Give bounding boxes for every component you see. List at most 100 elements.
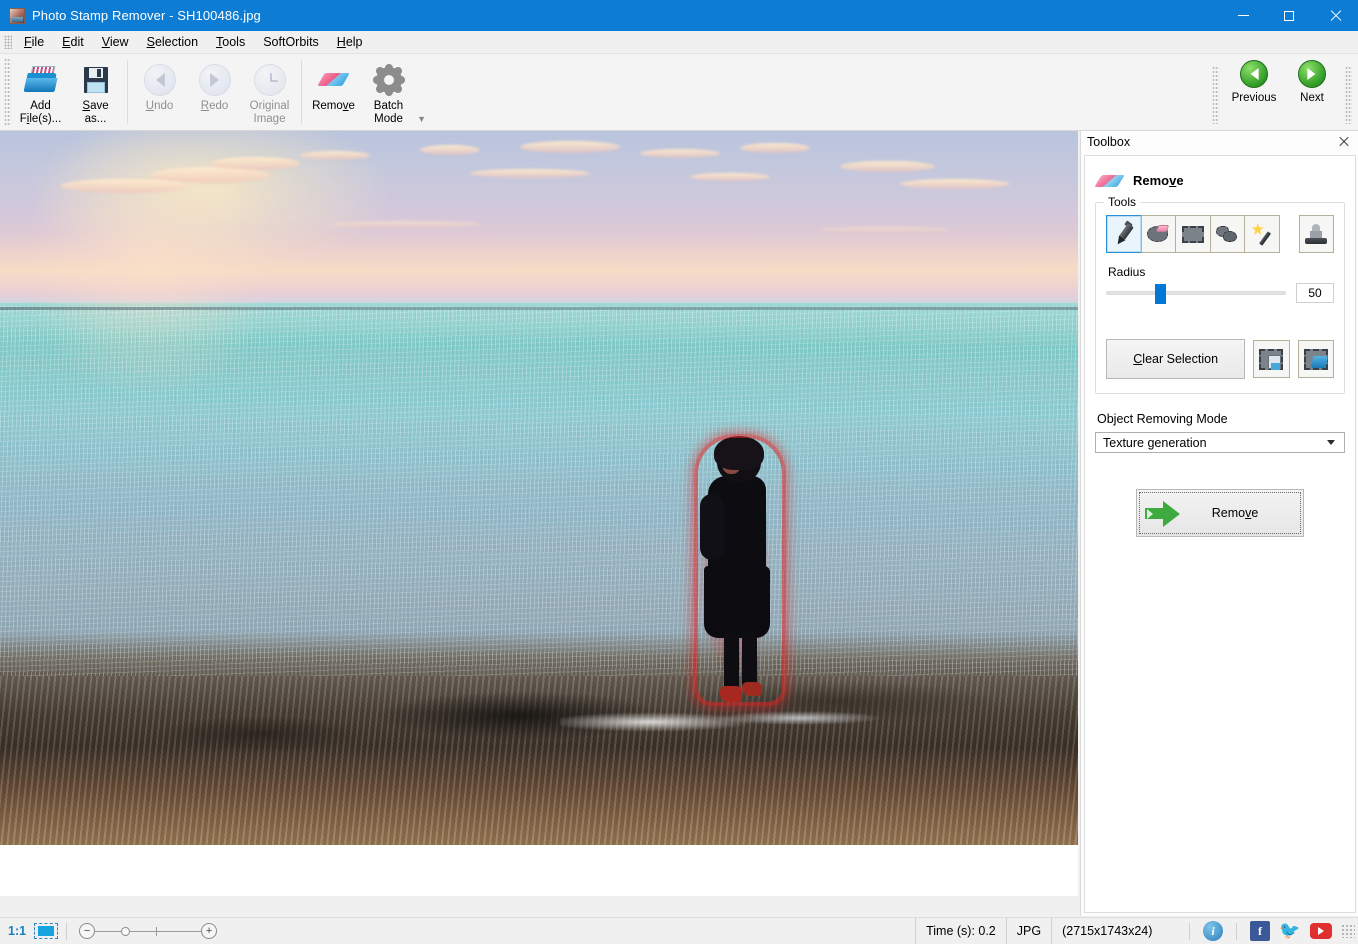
radius-slider[interactable] bbox=[1106, 284, 1286, 304]
sea-shimmer bbox=[0, 306, 1078, 706]
zoom-track-left bbox=[95, 930, 122, 932]
undo-icon bbox=[143, 64, 176, 96]
remove-arrow-icon bbox=[1145, 500, 1181, 527]
redo-button[interactable]: Redo bbox=[187, 58, 242, 126]
toolbar-group-history: Undo Redo Original Image bbox=[132, 54, 297, 130]
previous-arrow-icon bbox=[1240, 60, 1268, 88]
rectangle-select-tool-button[interactable] bbox=[1175, 215, 1211, 253]
horizon-line bbox=[0, 307, 1078, 310]
menu-item-edit[interactable]: Edit bbox=[53, 32, 93, 52]
close-button[interactable] bbox=[1312, 0, 1358, 31]
resize-grip[interactable] bbox=[1341, 924, 1355, 938]
clear-selection-button[interactable]: Clear Selection bbox=[1106, 339, 1246, 379]
menu-item-view[interactable]: View bbox=[93, 32, 138, 52]
selection-actions-row: Clear Selection bbox=[1106, 339, 1334, 379]
zoom-slider[interactable]: − + bbox=[79, 923, 218, 939]
radius-slider-track[interactable] bbox=[1106, 291, 1286, 295]
toolbar-expand-button[interactable]: ▼ bbox=[417, 114, 426, 124]
original-image-label-line2: Image bbox=[253, 113, 286, 125]
add-files-label-line2: File(s)... bbox=[19, 113, 62, 125]
toolbar-group-navigation: Previous Next bbox=[1212, 54, 1358, 130]
add-files-button[interactable]: Add File(s)... bbox=[13, 58, 68, 126]
menu-item-file[interactable]: File bbox=[15, 32, 53, 52]
status-dimensions: (2715x1743x24) bbox=[1051, 917, 1162, 944]
remove-section-header: Remove bbox=[1085, 156, 1355, 196]
menu-grip-handle[interactable] bbox=[4, 35, 12, 49]
marker-icon bbox=[1112, 220, 1136, 247]
maximize-icon bbox=[1284, 10, 1294, 21]
add-files-icon bbox=[23, 64, 57, 96]
toolbox-close-icon[interactable] bbox=[1336, 134, 1352, 150]
eraser-tool-icon bbox=[1146, 222, 1170, 246]
save-selection-button[interactable] bbox=[1253, 340, 1290, 378]
zoom-out-button[interactable]: − bbox=[79, 923, 96, 939]
radius-slider-thumb[interactable] bbox=[1154, 284, 1166, 304]
close-icon bbox=[1329, 10, 1341, 22]
batch-mode-label-line1: Batch bbox=[373, 100, 404, 112]
status-social-links: i f 🐦 bbox=[1181, 918, 1358, 944]
zoom-track-mid bbox=[130, 930, 157, 932]
twitter-icon[interactable]: 🐦 bbox=[1279, 921, 1300, 941]
clock-icon bbox=[253, 64, 286, 96]
zoom-ratio-label[interactable]: 1:1 bbox=[8, 924, 26, 938]
previous-label: Previous bbox=[1231, 92, 1277, 104]
menu-bar: File Edit View Selection Tools SoftOrbit… bbox=[0, 31, 1358, 54]
toolbox-header: Toolbox bbox=[1081, 131, 1358, 153]
previous-button[interactable]: Previous bbox=[1225, 60, 1283, 104]
window-title: Photo Stamp Remover - SH100486.jpg bbox=[32, 8, 261, 23]
status-separator-1 bbox=[66, 922, 68, 940]
facebook-icon[interactable]: f bbox=[1250, 921, 1270, 941]
image-canvas[interactable]: ‹ › bbox=[0, 131, 1078, 896]
undo-button[interactable]: Undo bbox=[132, 58, 187, 126]
load-selection-button[interactable] bbox=[1297, 340, 1334, 378]
original-image-button[interactable]: Original Image bbox=[242, 58, 297, 126]
selected-person-region[interactable] bbox=[682, 430, 798, 718]
stamp-tool-button[interactable] bbox=[1298, 215, 1334, 253]
fit-to-window-icon[interactable] bbox=[34, 923, 59, 939]
zoom-in-button[interactable]: + bbox=[201, 923, 218, 939]
chevron-down-icon bbox=[1327, 440, 1335, 445]
menu-item-help[interactable]: Help bbox=[328, 32, 372, 52]
next-button[interactable]: Next bbox=[1283, 60, 1341, 104]
lasso-icon bbox=[1215, 223, 1239, 245]
status-time: Time (s): 0.2 bbox=[915, 917, 1006, 944]
rocky-shore bbox=[0, 676, 1078, 845]
object-removing-mode-label: Object Removing Mode bbox=[1097, 412, 1228, 426]
status-separator-2 bbox=[1189, 922, 1190, 940]
object-removing-mode-select[interactable]: Texture generation bbox=[1095, 432, 1345, 453]
rectangle-select-icon bbox=[1181, 225, 1204, 243]
remove-toolbar-button[interactable]: Remove bbox=[306, 58, 361, 126]
magic-wand-tool-button[interactable] bbox=[1244, 215, 1280, 253]
radius-row: 50 bbox=[1106, 283, 1334, 304]
eraser-tool-button[interactable] bbox=[1140, 215, 1176, 253]
radius-value-field[interactable]: 50 bbox=[1296, 283, 1334, 303]
object-removing-mode-value: Texture generation bbox=[1103, 435, 1207, 450]
info-icon[interactable]: i bbox=[1203, 921, 1223, 941]
youtube-icon[interactable] bbox=[1310, 923, 1332, 939]
application-window: Photo Stamp Remover - SH100486.jpg File … bbox=[0, 0, 1358, 944]
remove-action-button[interactable]: Remove bbox=[1136, 489, 1304, 537]
load-selection-icon bbox=[1303, 348, 1329, 370]
photo-image bbox=[0, 131, 1078, 845]
menu-item-softorbits[interactable]: SoftOrbits bbox=[254, 32, 328, 52]
save-as-label-line2: as... bbox=[84, 113, 107, 125]
lasso-select-tool-button[interactable] bbox=[1209, 215, 1245, 253]
menu-item-selection[interactable]: Selection bbox=[138, 32, 207, 52]
save-as-label-line1: Save bbox=[82, 100, 109, 112]
maximize-button[interactable] bbox=[1266, 0, 1312, 31]
save-as-button[interactable]: Save as... bbox=[68, 58, 123, 126]
minimize-button[interactable] bbox=[1220, 0, 1266, 31]
nav-grip-handle[interactable] bbox=[1212, 66, 1219, 124]
redo-icon bbox=[198, 64, 231, 96]
batch-mode-button[interactable]: Batch Mode bbox=[361, 58, 416, 126]
tools-group-legend: Tools bbox=[1104, 195, 1141, 209]
toolbox-title: Toolbox bbox=[1087, 135, 1131, 149]
zoom-track-right bbox=[157, 930, 202, 932]
app-icon bbox=[9, 7, 25, 24]
marker-tool-button[interactable] bbox=[1106, 215, 1142, 253]
save-selection-icon bbox=[1259, 348, 1284, 370]
menu-item-tools[interactable]: Tools bbox=[207, 32, 254, 52]
save-icon bbox=[80, 64, 112, 96]
toolbar-overflow-area: ▼ bbox=[416, 58, 428, 126]
zoom-slider-thumb[interactable] bbox=[121, 926, 131, 936]
